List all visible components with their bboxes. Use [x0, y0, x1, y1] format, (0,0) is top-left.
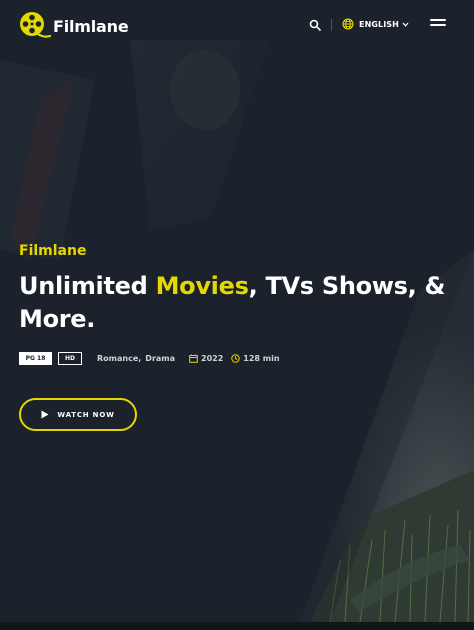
hero-subtitle: Filmlane: [19, 243, 87, 259]
hero-title-part1: Unlimited: [19, 272, 156, 300]
play-icon: [41, 410, 49, 419]
duration-text: 128 min: [243, 354, 280, 363]
search-icon[interactable]: [309, 19, 321, 31]
movie-meta: PG 18 HD Romance, Drama 2022 128 min: [19, 352, 280, 365]
watch-now-label: WATCH NOW: [57, 410, 115, 419]
duration: 128 min: [231, 354, 280, 363]
hero-title-accent: Movies: [155, 272, 249, 300]
clock-icon: [231, 354, 240, 363]
header-divider: [331, 19, 332, 31]
genre-link[interactable]: Romance,: [97, 354, 141, 363]
language-label: ENGLISH: [359, 19, 399, 29]
menu-line: [430, 24, 446, 26]
logo[interactable]: Filmlane: [19, 11, 129, 41]
watch-now-button[interactable]: WATCH NOW: [19, 398, 137, 431]
menu-line: [430, 19, 446, 21]
genre-link[interactable]: Drama: [145, 354, 175, 363]
chevron-down-icon: [402, 22, 409, 27]
language-selector[interactable]: ENGLISH: [342, 18, 409, 30]
genre-list: Romance, Drama: [97, 354, 175, 363]
bottom-bar: [0, 622, 474, 630]
film-reel-icon: [20, 12, 51, 38]
hamburger-menu-icon[interactable]: [430, 19, 446, 31]
site-header: Filmlane ENGLISH: [0, 0, 474, 52]
logo-text: Filmlane: [53, 16, 129, 36]
year-text: 2022: [201, 354, 224, 363]
calendar-icon: [189, 354, 198, 363]
rating-badge: PG 18: [19, 352, 52, 365]
quality-badge: HD: [58, 352, 82, 365]
hero-title: Unlimited Movies, TVs Shows, & More.: [19, 270, 459, 336]
release-year: 2022: [189, 354, 223, 363]
globe-icon: [342, 18, 354, 30]
